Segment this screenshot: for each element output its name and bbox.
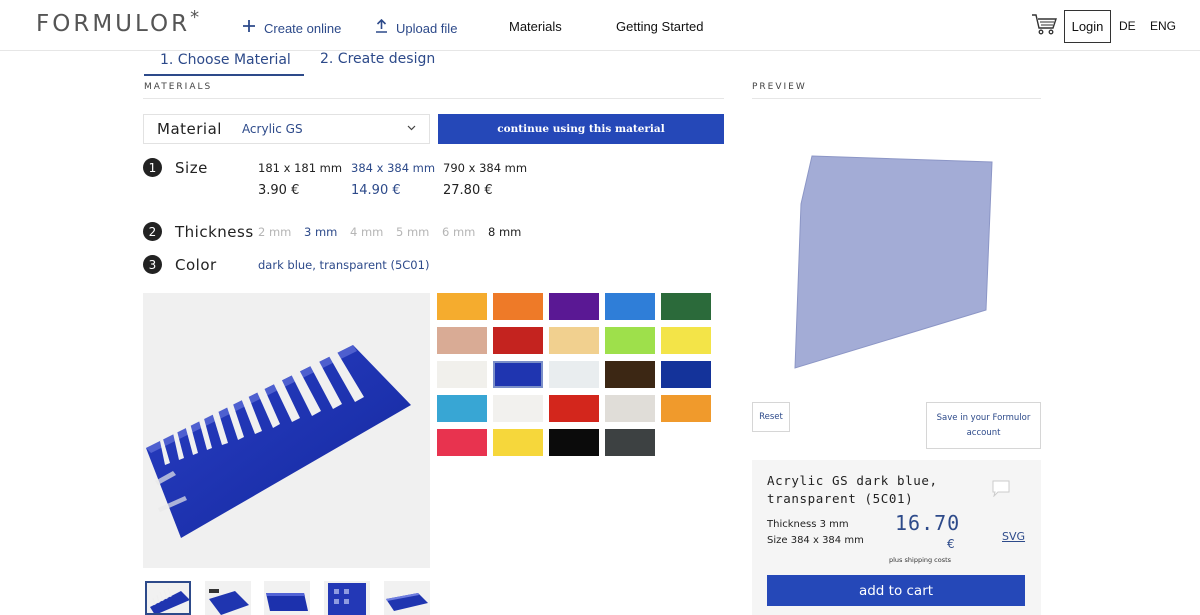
- tab-create-design[interactable]: 2. Create design: [320, 51, 440, 76]
- thickness-option-4mm[interactable]: 4 mm: [350, 225, 383, 239]
- size-title: Size: [175, 159, 208, 177]
- thumbnail-2[interactable]: [205, 581, 251, 615]
- shipping-note: plus shipping costs: [889, 556, 952, 564]
- color-title: Color: [175, 256, 217, 274]
- materials-link[interactable]: Materials: [509, 19, 562, 34]
- color-swatch[interactable]: [549, 395, 599, 422]
- color-swatch[interactable]: [437, 293, 487, 320]
- plus-icon: [242, 19, 256, 38]
- color-swatch[interactable]: [549, 327, 599, 354]
- size-price-384: 14.90 €: [351, 183, 401, 198]
- color-swatch[interactable]: [605, 395, 655, 422]
- color-swatch[interactable]: [661, 395, 711, 422]
- material-value: Acrylic GS: [241, 122, 303, 136]
- size-price-181: 3.90 €: [258, 183, 300, 198]
- step-number-size: 1: [143, 158, 162, 177]
- color-swatch[interactable]: [549, 293, 599, 320]
- svg-download-link[interactable]: SVG: [1002, 530, 1025, 543]
- upload-file-link[interactable]: Upload file: [375, 18, 457, 38]
- tab-choose-material[interactable]: 1. Choose Material: [144, 51, 304, 76]
- top-navigation-bar: FORMULOR* Create online Upload file Mate…: [0, 0, 1200, 51]
- thickness-title: Thickness: [175, 223, 254, 241]
- color-swatch[interactable]: [493, 429, 543, 456]
- add-to-cart-button[interactable]: add to cart: [767, 575, 1025, 606]
- material-select[interactable]: Material Acrylic GS: [143, 114, 430, 144]
- summary-title: Acrylic GS dark blue, transparent (5C01): [767, 473, 938, 506]
- material-label: Material: [157, 120, 222, 138]
- color-swatch[interactable]: [493, 327, 543, 354]
- color-swatch[interactable]: [549, 361, 599, 388]
- color-swatch[interactable]: [549, 429, 599, 456]
- color-swatch[interactable]: [493, 293, 543, 320]
- selected-color-name: dark blue, transparent (5C01): [258, 258, 430, 272]
- getting-started-link[interactable]: Getting Started: [616, 19, 703, 34]
- color-swatch[interactable]: [605, 327, 655, 354]
- color-swatch[interactable]: [437, 327, 487, 354]
- preview-section-label: PREVIEW: [752, 82, 807, 92]
- thickness-option-6mm[interactable]: 6 mm: [442, 225, 475, 239]
- color-swatch[interactable]: [605, 293, 655, 320]
- language-eng[interactable]: ENG: [1150, 19, 1176, 33]
- color-swatch[interactable]: [437, 395, 487, 422]
- color-swatch[interactable]: [661, 361, 711, 388]
- preview-divider: [752, 98, 1041, 99]
- thumbnail-1[interactable]: [145, 581, 191, 615]
- color-swatch[interactable]: [493, 361, 543, 388]
- thickness-option-2mm[interactable]: 2 mm: [258, 225, 291, 239]
- thumbnail-3[interactable]: [264, 581, 310, 615]
- color-swatch[interactable]: [437, 429, 487, 456]
- summary-size: Size 384 x 384 mm: [767, 535, 864, 546]
- design-preview: [790, 150, 1000, 375]
- login-button[interactable]: Login: [1064, 10, 1111, 43]
- comment-icon[interactable]: [992, 480, 1010, 498]
- materials-section-label: MATERIALS: [144, 82, 213, 92]
- chevron-down-icon: [407, 123, 416, 134]
- color-swatch[interactable]: [605, 361, 655, 388]
- shopping-cart-icon[interactable]: [1030, 10, 1058, 38]
- color-swatch[interactable]: [493, 395, 543, 422]
- step-number-color: 3: [143, 255, 162, 274]
- color-swatch[interactable]: [437, 361, 487, 388]
- thickness-option-5mm[interactable]: 5 mm: [396, 225, 429, 239]
- summary-thickness: Thickness 3 mm: [767, 519, 849, 530]
- size-option-181[interactable]: 181 x 181 mm: [258, 161, 342, 175]
- color-swatch[interactable]: [605, 429, 655, 456]
- save-account-button[interactable]: Save in your Formulor account: [926, 402, 1041, 449]
- reset-button[interactable]: Reset: [752, 402, 790, 432]
- color-swatch[interactable]: [661, 293, 711, 320]
- materials-divider: [143, 98, 724, 99]
- continue-button[interactable]: continue using this material: [438, 114, 724, 144]
- thickness-option-3mm[interactable]: 3 mm: [304, 225, 337, 239]
- summary-currency: €: [947, 537, 955, 551]
- formulor-logo[interactable]: FORMULOR*: [36, 7, 199, 37]
- color-swatch[interactable]: [661, 327, 711, 354]
- thumbnail-4[interactable]: [324, 581, 370, 615]
- size-option-790[interactable]: 790 x 384 mm: [443, 161, 527, 175]
- upload-icon: [375, 18, 388, 38]
- order-summary: Acrylic GS dark blue, transparent (5C01)…: [752, 460, 1041, 615]
- material-sample-photo: [143, 293, 430, 568]
- size-option-384[interactable]: 384 x 384 mm: [351, 161, 435, 175]
- create-online-link[interactable]: Create online: [242, 19, 341, 38]
- summary-price: 16.70: [895, 511, 961, 535]
- step-number-thickness: 2: [143, 222, 162, 241]
- thumbnail-5[interactable]: [384, 581, 430, 615]
- thickness-option-8mm[interactable]: 8 mm: [488, 225, 521, 239]
- language-de[interactable]: DE: [1119, 19, 1136, 33]
- size-price-790: 27.80 €: [443, 183, 493, 198]
